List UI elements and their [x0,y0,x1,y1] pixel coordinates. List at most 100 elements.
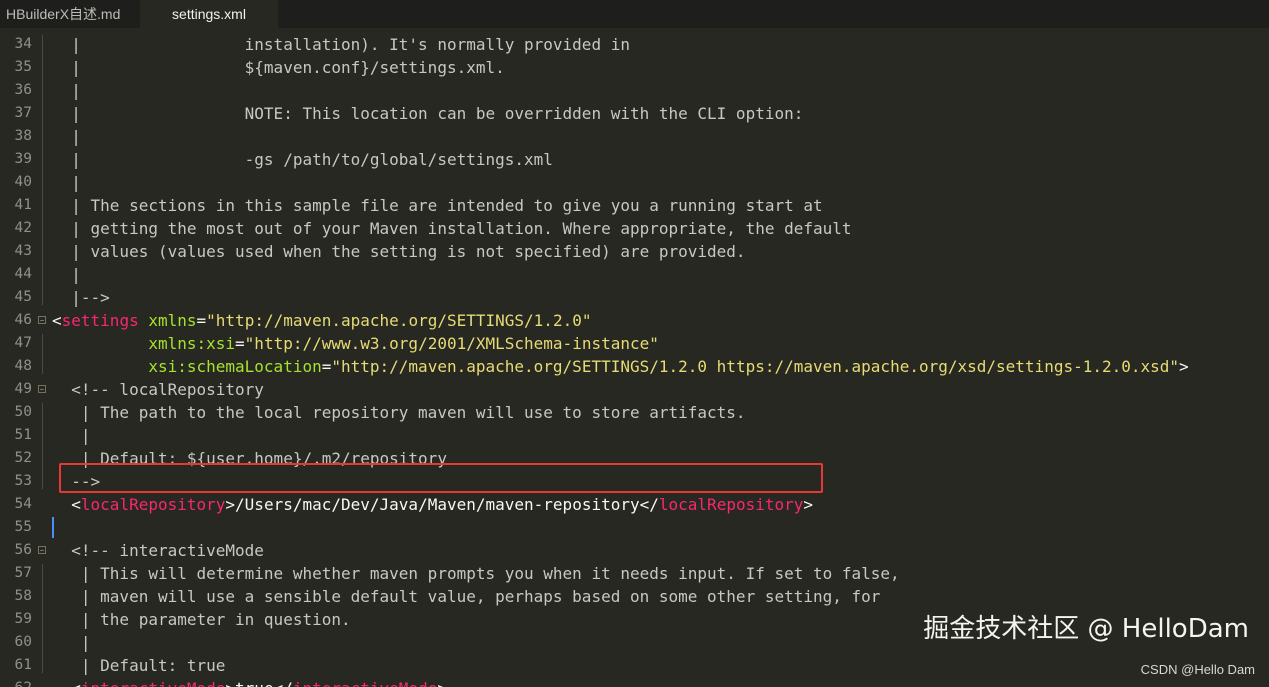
code-text: | values (values used when the setting i… [52,240,745,263]
code-text: | Default: true [52,654,226,677]
code-text: <interactiveMode>true</interactiveMode> [52,677,447,687]
code-line[interactable]: 38 | [0,125,1269,148]
code-token: | This will determine whether maven prom… [52,564,900,583]
line-number: 39 [14,151,32,167]
tab-settings-xml[interactable]: settings.xml [140,0,278,28]
code-editor[interactable]: 34 | installation). It's normally provid… [0,28,1269,687]
code-line[interactable]: 45 |--> [0,286,1269,309]
code-token: >/Users/mac/Dev/Java/Maven/maven-reposit… [225,495,659,514]
code-token: | maven will use a sensible default valu… [52,587,881,606]
code-token: "http://maven.apache.org/SETTINGS/1.2.0" [206,311,592,330]
code-line[interactable]: 58 | maven will use a sensible default v… [0,585,1269,608]
code-line[interactable]: 57 | This will determine whether maven p… [0,562,1269,585]
line-number: 43 [14,243,32,259]
code-line[interactable]: 46 <settings xmlns="http://maven.apache.o… [0,309,1269,332]
line-number: 34 [14,36,32,52]
line-number: 61 [14,657,32,673]
watermark-main: 掘金技术社区 @ HelloDam [923,614,1249,644]
code-line[interactable]: 61 | Default: true [0,654,1269,677]
code-token: | NOTE: This location can be overridden … [52,104,804,123]
code-token: < [52,679,81,687]
code-line[interactable]: 51 | [0,424,1269,447]
code-token: xmlns [148,311,197,330]
code-line[interactable]: 37 | NOTE: This location can be overridd… [0,102,1269,125]
line-number: 56 [14,542,32,558]
code-line[interactable]: 35 | ${maven.conf}/settings.xml. [0,56,1269,79]
code-line[interactable]: 44 | [0,263,1269,286]
code-token: > [1179,357,1189,376]
code-text: <localRepository>/Users/mac/Dev/Java/Mav… [52,493,813,516]
line-number: 42 [14,220,32,236]
code-token: localRepository [80,495,226,514]
code-text: | maven will use a sensible default valu… [52,585,881,608]
code-token: < [52,311,62,330]
code-line[interactable]: 54 <localRepository>/Users/mac/Dev/Java/… [0,493,1269,516]
code-text: | This will determine whether maven prom… [52,562,900,585]
line-number: 38 [14,128,32,144]
code-token: | The sections in this sample file are i… [52,196,823,215]
line-number: 45 [14,289,32,305]
code-line[interactable]: 56 <!-- interactiveMode [0,539,1269,562]
code-line[interactable]: 39 | -gs /path/to/global/settings.xml [0,148,1269,171]
code-text: | [52,263,81,286]
fold-toggle-icon[interactable] [38,385,46,393]
line-number: 62 [0,677,32,687]
code-line[interactable]: 62 <interactiveMode>true</interactiveMod… [0,677,1269,687]
code-text: <!-- localRepository [52,378,264,401]
line-number: 47 [14,335,32,351]
code-text: | [52,631,91,654]
code-line[interactable]: 49 <!-- localRepository [0,378,1269,401]
code-line[interactable]: 48 xsi:schemaLocation="http://maven.apac… [0,355,1269,378]
code-token: interactiveMode [81,679,226,687]
code-line[interactable]: 41 | The sections in this sample file ar… [0,194,1269,217]
code-token: = [235,334,245,353]
code-text: | The path to the local repository maven… [52,401,746,424]
line-number: 58 [14,588,32,604]
code-token: | [52,633,91,652]
code-token: < [52,495,81,514]
line-number: 57 [14,565,32,581]
line-number: 41 [14,197,32,213]
line-number: 54 [14,496,32,512]
code-text: | getting the most out of your Maven ins… [52,217,851,240]
line-number: 49 [14,381,32,397]
fold-toggle-icon[interactable] [38,316,46,324]
code-token: | The path to the local repository maven… [52,403,746,422]
fold-guide-line [42,403,43,489]
line-number: 37 [14,105,32,121]
code-token: | [52,127,81,146]
code-token: settings [61,311,139,330]
code-line[interactable]: 42 | getting the most out of your Maven … [0,217,1269,240]
code-line[interactable]: 40 | [0,171,1269,194]
fold-toggle-icon[interactable] [38,546,46,554]
code-token: | [52,81,81,100]
code-token: | the parameter in question. [52,610,351,629]
text-cursor [52,517,54,538]
line-number: 46 [14,312,32,328]
line-number: 44 [14,266,32,282]
code-line[interactable]: 55 [0,516,1269,539]
code-line[interactable]: 34 | installation). It's normally provid… [0,33,1269,56]
code-text: | -gs /path/to/global/settings.xml [52,148,553,171]
line-number: 53 [14,473,32,489]
tab-hbuilderx-readme[interactable]: HBuilderX自述.md [0,0,140,28]
code-token: xsi:schemaLocation [148,357,322,376]
code-token: = [321,357,332,376]
code-line[interactable]: 47 xmlns:xsi="http://www.w3.org/2001/XML… [0,332,1269,355]
code-token: | ${maven.conf}/settings.xml. [52,58,505,77]
code-text: | [52,424,91,447]
code-line[interactable]: 43 | values (values used when the settin… [0,240,1269,263]
fold-guide-line [42,334,43,374]
code-token: > [803,495,814,514]
code-line[interactable]: 36 | [0,79,1269,102]
line-number: 59 [14,611,32,627]
code-text: | NOTE: This location can be overridden … [52,102,803,125]
code-line[interactable]: 50 | The path to the local repository ma… [0,401,1269,424]
code-token: localRepository [658,495,804,514]
code-text: <!-- interactiveMode [52,539,264,562]
code-token: | [52,173,81,192]
code-text: | [52,79,81,102]
line-number: 51 [14,427,32,443]
code-token: <!-- interactiveMode [52,541,264,560]
